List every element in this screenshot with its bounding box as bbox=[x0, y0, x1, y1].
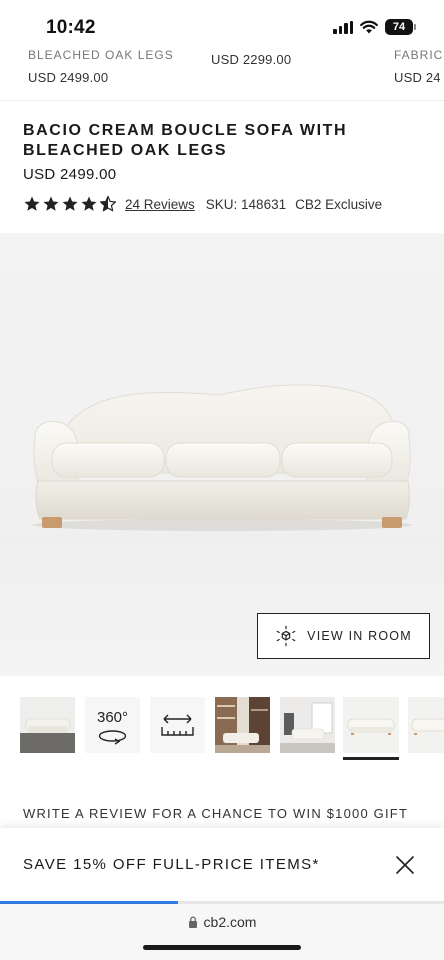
ar-cube-icon bbox=[276, 625, 296, 647]
thumbnail-dimensions[interactable] bbox=[150, 697, 205, 753]
sku-label: SKU: 148631 bbox=[205, 196, 287, 212]
star-full-icon bbox=[62, 196, 78, 211]
exclusive-label: CB2 Exclusive bbox=[295, 196, 383, 212]
star-full-icon bbox=[24, 196, 40, 211]
close-icon[interactable] bbox=[394, 854, 416, 876]
browser-address-bar[interactable]: cb2.com bbox=[0, 904, 444, 960]
product-title: BACIO CREAM BOUCLE SOFA WITH BLEACHED OA… bbox=[23, 122, 348, 159]
home-indicator[interactable] bbox=[143, 945, 301, 950]
review-promo-text[interactable]: WRITE A REVIEW FOR A CHANCE TO WIN $1000… bbox=[23, 806, 408, 821]
thumbnail-sofa-grey[interactable] bbox=[20, 697, 75, 753]
strip-item-name[interactable]: BLEACHED OAK LEGS bbox=[28, 48, 174, 62]
rotate-360-icon bbox=[98, 730, 127, 745]
thumbnail-sofa-side[interactable] bbox=[408, 697, 444, 753]
dimensions-icon bbox=[161, 714, 194, 736]
view-in-room-button[interactable]: VIEW IN ROOM bbox=[257, 613, 430, 659]
star-rating[interactable] bbox=[23, 195, 117, 213]
divider bbox=[0, 100, 444, 101]
reviews-link[interactable]: 24 Reviews bbox=[125, 197, 195, 212]
thumbnail-room-window[interactable] bbox=[280, 697, 335, 753]
battery-level: 74 bbox=[385, 19, 413, 35]
battery-icon: 74 bbox=[385, 19, 416, 35]
address-display[interactable]: cb2.com bbox=[0, 914, 444, 930]
strip-item-price[interactable]: USD 2299.00 bbox=[211, 52, 291, 67]
thumbnail-360[interactable]: 360° bbox=[85, 697, 140, 753]
thumbnail-strip[interactable]: 360° bbox=[20, 697, 444, 761]
lock-icon bbox=[188, 916, 197, 928]
product-price: USD 2499.00 bbox=[23, 166, 117, 183]
url-text: cb2.com bbox=[203, 914, 257, 930]
wifi-icon bbox=[360, 20, 378, 34]
star-half-icon bbox=[99, 195, 117, 212]
promo-banner[interactable]: SAVE 15% OFF FULL-PRICE ITEMS* bbox=[0, 828, 444, 902]
status-icons: 74 bbox=[333, 19, 416, 35]
thumbnail-room-shelves[interactable] bbox=[215, 697, 270, 753]
thumbnail-active-indicator bbox=[343, 757, 399, 760]
star-full-icon bbox=[43, 196, 59, 211]
view-in-room-label: VIEW IN ROOM bbox=[307, 629, 412, 643]
star-full-icon bbox=[81, 196, 97, 211]
related-products-strip[interactable]: BLEACHED OAK LEGS USD 2499.00 USD 2299.0… bbox=[0, 44, 444, 94]
promo-banner-text[interactable]: SAVE 15% OFF FULL-PRICE ITEMS* bbox=[23, 856, 320, 873]
status-time: 10:42 bbox=[46, 17, 96, 38]
strip-item-price[interactable]: USD 2499.00 bbox=[28, 70, 108, 85]
product-hero-image[interactable]: VIEW IN ROOM bbox=[0, 233, 444, 676]
sofa-image bbox=[32, 384, 412, 531]
360-label: 360° bbox=[96, 709, 129, 726]
rating-row: 24 Reviews SKU: 148631 CB2 Exclusive bbox=[23, 194, 382, 214]
status-bar: 10:42 74 bbox=[0, 0, 444, 44]
cellular-signal-icon bbox=[333, 20, 353, 34]
thumbnail-sofa-front[interactable] bbox=[343, 697, 399, 753]
strip-item-price[interactable]: USD 24 bbox=[394, 70, 441, 85]
strip-item-name[interactable]: FABRIC bbox=[394, 48, 443, 62]
